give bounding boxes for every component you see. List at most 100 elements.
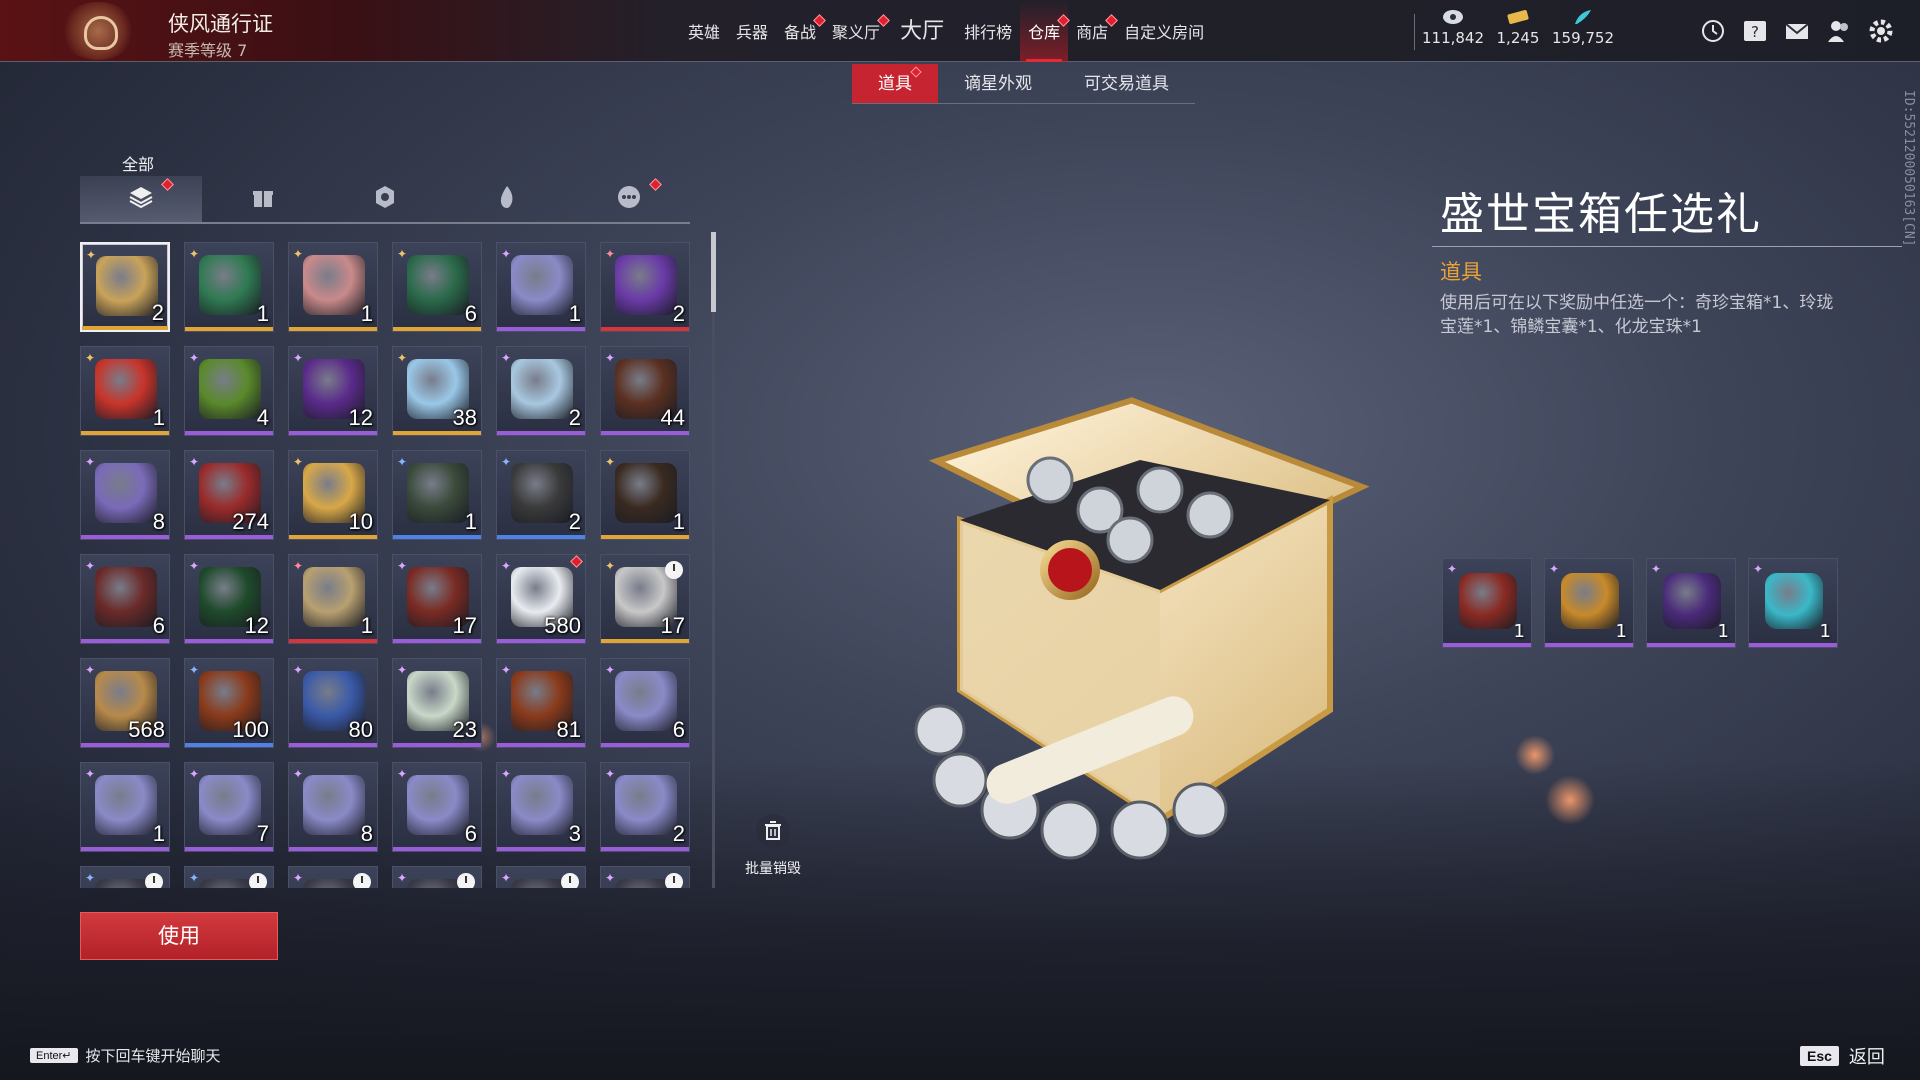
inventory-slot[interactable]: ✦ 10 [288,450,378,540]
nav-item[interactable]: 备战 [776,0,826,62]
inventory-scrollbar[interactable] [712,232,715,888]
inventory-slot[interactable]: ✦ 2 [80,242,170,332]
inventory-slot[interactable]: ✦ 2 [496,346,586,436]
inventory-slot[interactable]: ✦ 580 [496,554,586,644]
treasure-chest-icon [914,397,1370,860]
rarity-bar [601,327,689,331]
rarity-mark-icon: ✦ [86,248,97,262]
inventory-slot[interactable]: ✦ 1 [288,242,378,332]
subtab[interactable]: 可交易道具 [1058,64,1195,103]
inventory-slot[interactable]: ✦ [288,866,378,888]
rarity-mark-icon: ✦ [501,559,512,573]
inventory-slot[interactable]: ✦ 12 [288,346,378,436]
bulk-destroy-button[interactable]: 批量销毁 [740,814,806,878]
battle-pass-emblem-icon[interactable] [60,2,136,60]
chat-hint[interactable]: Enter↵ 按下回车键开始聊天 [30,1045,221,1066]
item-quantity: 8 [360,821,373,846]
nav-item[interactable]: 兵器 [728,0,776,62]
rarity-bar [289,743,377,747]
inventory-slot[interactable]: ✦ 274 [184,450,274,540]
category-tab[interactable] [202,176,324,222]
currency-feather[interactable]: 159,752 [1548,8,1618,47]
scrollbar-thumb[interactable] [711,232,716,312]
inventory-slot[interactable]: ✦ [600,866,690,888]
inventory-slot[interactable]: ✦ 1 [496,242,586,332]
rarity-bar [393,847,481,851]
inventory-slot[interactable]: ✦ 1 [600,450,690,540]
inventory-slot[interactable]: ✦ 81 [496,658,586,748]
currency-ticket[interactable]: 1,245 [1483,8,1553,47]
category-tabs [80,176,690,224]
rarity-mark-icon: ✦ [397,663,408,677]
inventory-slot[interactable]: ✦ 7 [184,762,274,852]
currency-jade[interactable]: 111,842 [1418,8,1488,47]
inventory-slot[interactable]: ✦ 568 [80,658,170,748]
category-tab[interactable] [80,176,202,222]
nav-item[interactable]: 仓库 [1020,0,1070,62]
battle-pass-title[interactable]: 侠风通行证 [168,8,273,38]
more-icon [616,184,642,214]
inventory-slot[interactable]: ✦ 3 [496,762,586,852]
inventory-slot[interactable]: ✦ 23 [392,658,482,748]
inventory-slot[interactable]: ✦ 6 [392,762,482,852]
inventory-slot[interactable]: ✦ 1 [392,450,482,540]
inventory-slot[interactable]: ✦ 1 [288,554,378,644]
inventory-slot[interactable]: ✦ 2 [600,242,690,332]
inventory-slot[interactable]: ✦ 1 [184,242,274,332]
reward-option[interactable]: ✦ 1 [1442,558,1532,648]
inventory-slot[interactable]: ✦ 80 [288,658,378,748]
inventory-slot[interactable]: ✦ [392,866,482,888]
inventory-slot[interactable]: ✦ [496,866,586,888]
help-icon[interactable]: ? [1742,18,1768,44]
inventory-slot[interactable]: ✦ 4 [184,346,274,436]
chat-hint-text: 按下回车键开始聊天 [85,1047,221,1065]
inventory-slot[interactable]: ✦ 8 [288,762,378,852]
rarity-mark-icon: ✦ [501,351,512,365]
reward-option[interactable]: ✦ 1 [1748,558,1838,648]
inventory-slot[interactable]: ✦ 2 [600,762,690,852]
nav-item[interactable]: 排行榜 [956,0,1020,62]
inventory-slot[interactable]: ✦ 44 [600,346,690,436]
inventory-slot[interactable]: ✦ 2 [496,450,586,540]
inventory-slot[interactable]: ✦ 6 [80,554,170,644]
inventory-slot[interactable]: ✦ 12 [184,554,274,644]
reward-options: ✦ 1 ✦ 1 ✦ 1 ✦ 1 [1442,558,1838,648]
reward-option[interactable]: ✦ 1 [1544,558,1634,648]
rarity-mark-icon: ✦ [85,871,96,885]
mail-icon[interactable] [1784,18,1810,44]
inventory-slot[interactable]: ✦ [80,866,170,888]
inventory-slot[interactable]: ✦ 17 [392,554,482,644]
badge-icon [372,184,398,214]
nav-item[interactable]: 大厅 [888,0,956,62]
nav-item[interactable]: 商店 [1068,0,1118,62]
back-button[interactable]: Esc 返回 [1800,1043,1885,1069]
category-tab[interactable] [324,176,446,222]
inventory-slot[interactable]: ✦ 38 [392,346,482,436]
inventory-slot[interactable]: ✦ [184,866,274,888]
nav-item[interactable]: 自定义房间 [1116,0,1212,62]
rarity-mark-icon: ✦ [501,767,512,781]
rarity-bar [185,535,273,539]
clock-icon[interactable] [1700,18,1726,44]
inventory-slot[interactable]: ✦ 6 [392,242,482,332]
nav-item[interactable]: 英雄 [680,0,728,62]
use-button[interactable]: 使用 [80,912,278,960]
nav-item[interactable]: 聚义厅 [824,0,890,62]
item-type: 道具 [1440,260,1482,284]
category-tab[interactable] [568,176,690,222]
rarity-mark-icon: ✦ [397,247,408,261]
friends-icon[interactable] [1826,18,1852,44]
reward-option[interactable]: ✦ 1 [1646,558,1736,648]
inventory-slot[interactable]: ✦ 1 [80,762,170,852]
inventory-slot[interactable]: ✦ 100 [184,658,274,748]
inventory-slot[interactable]: ✦ 6 [600,658,690,748]
item-quantity: 100 [232,717,269,742]
subtab[interactable]: 谪星外观 [938,64,1058,103]
category-tab[interactable] [446,176,568,222]
inventory-slot[interactable]: ✦ 1 [80,346,170,436]
settings-icon[interactable] [1868,18,1894,44]
inventory-slot[interactable]: ✦ 8 [80,450,170,540]
inventory-slot[interactable]: ✦ 17 [600,554,690,644]
divider [1432,246,1902,247]
subtab[interactable]: 道具 [852,64,938,103]
